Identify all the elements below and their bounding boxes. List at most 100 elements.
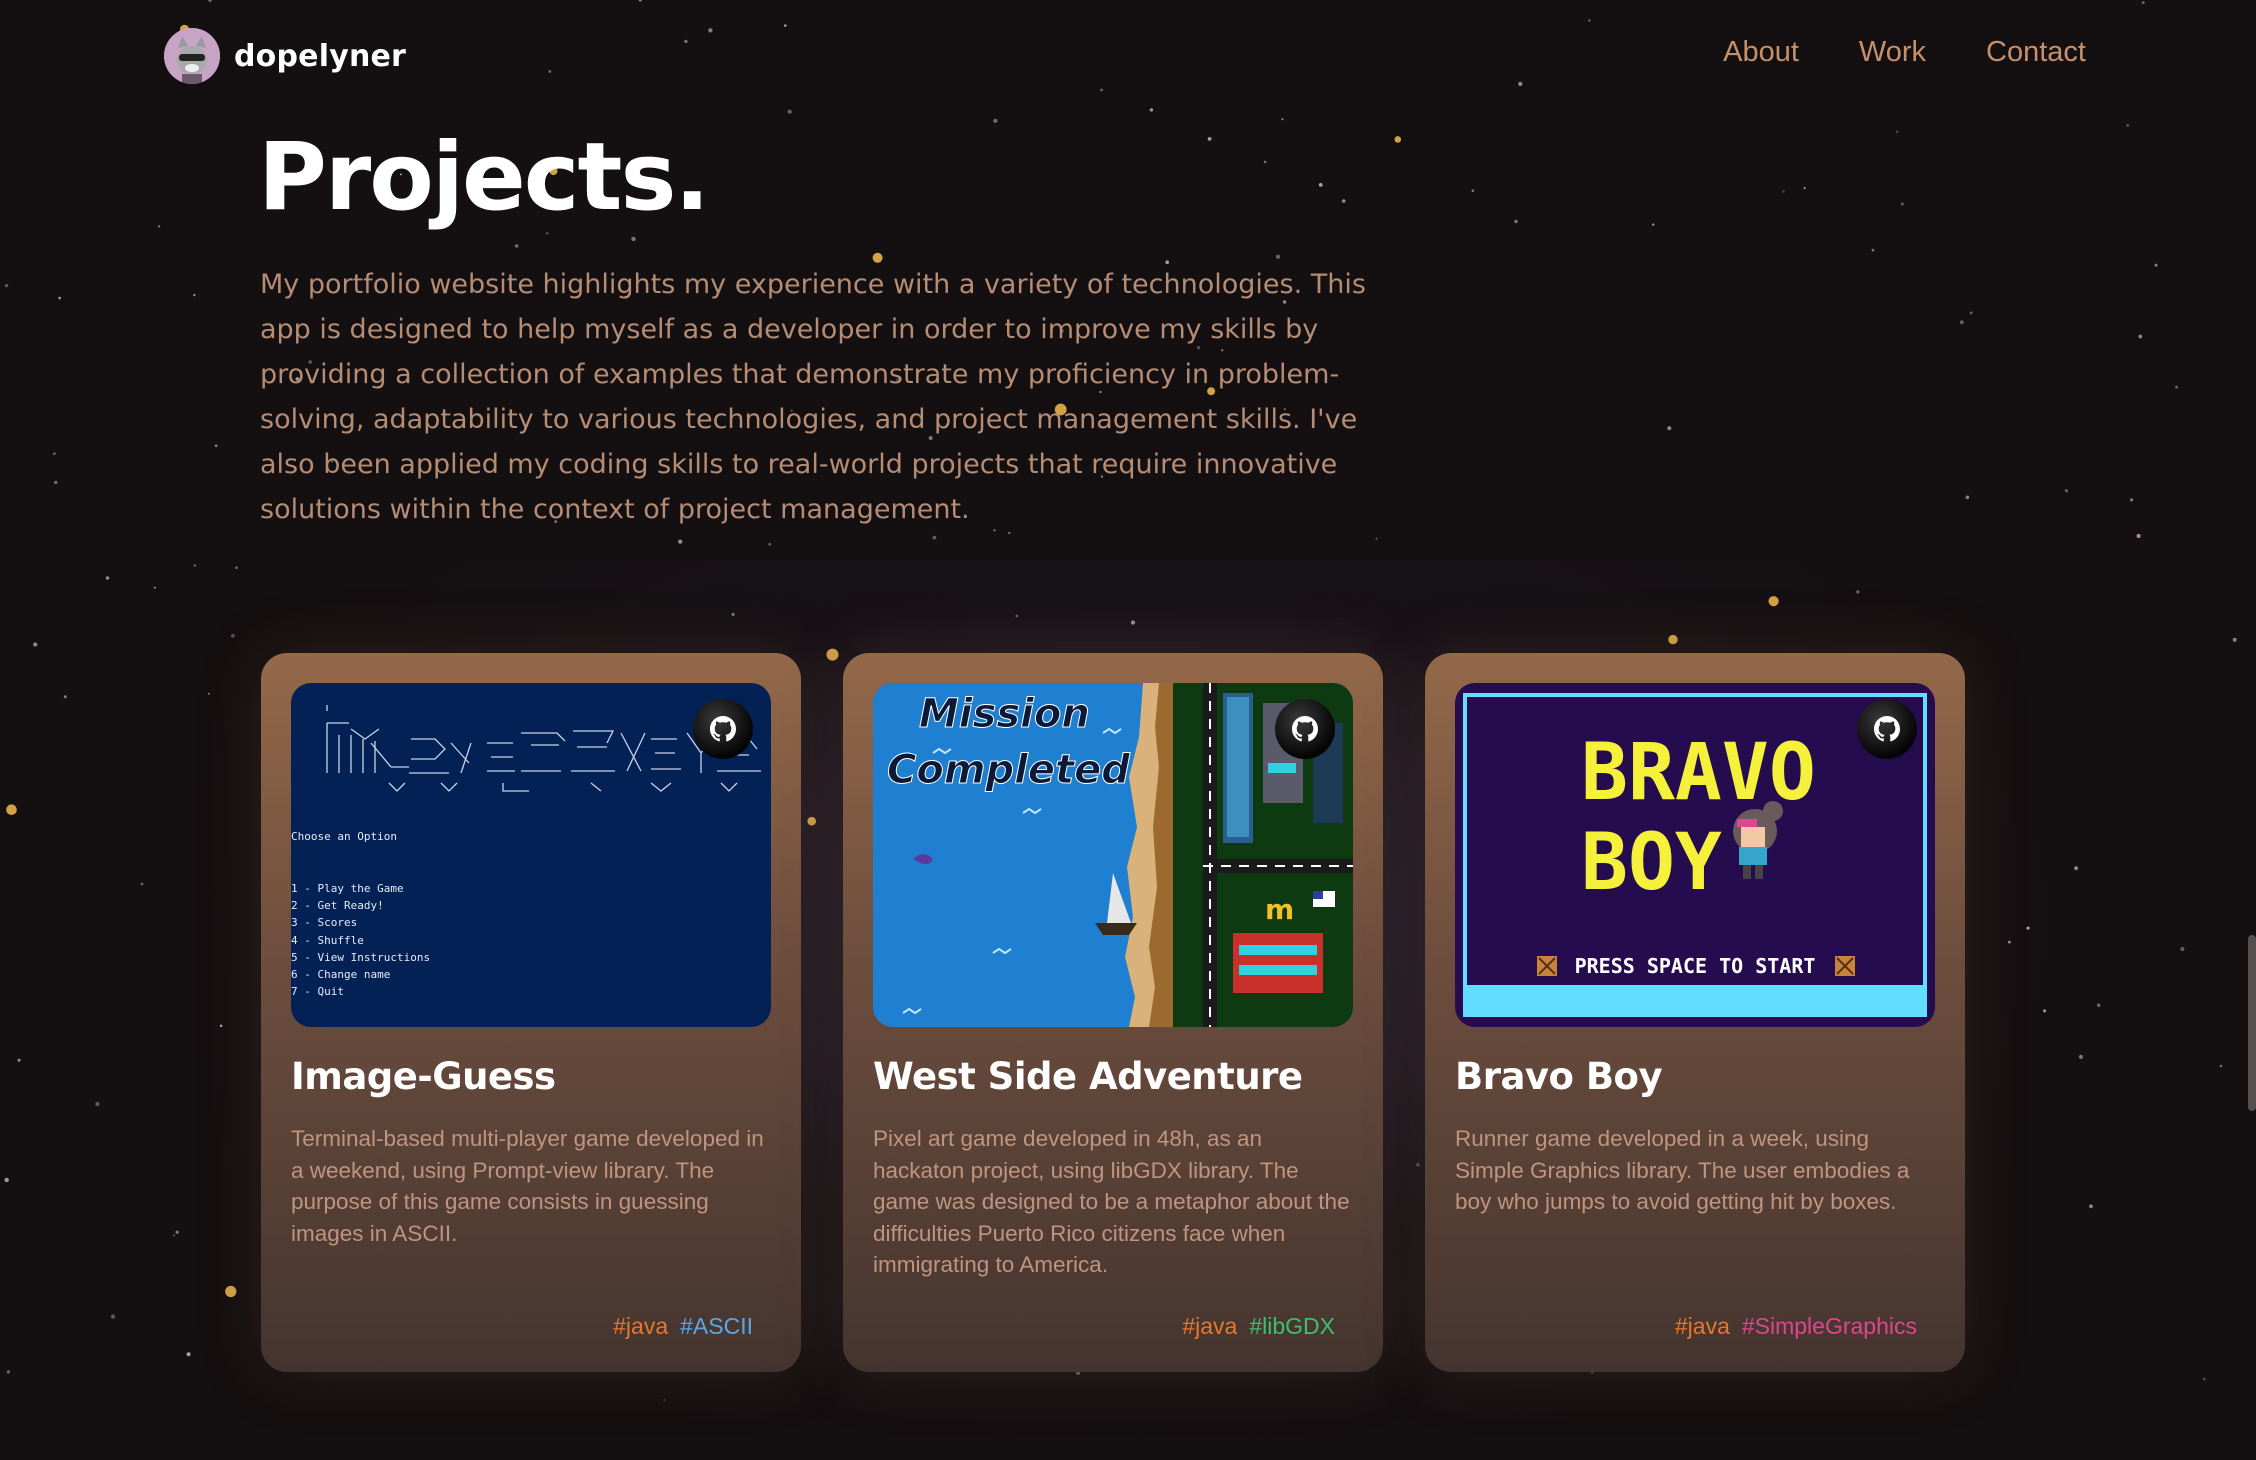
star bbox=[95, 1101, 100, 1107]
star bbox=[1959, 320, 1964, 325]
star bbox=[1668, 634, 1678, 645]
github-link-west-side-adventure[interactable] bbox=[1275, 699, 1335, 759]
avatar bbox=[164, 28, 220, 84]
star bbox=[826, 648, 839, 661]
star bbox=[219, 1024, 223, 1028]
star bbox=[58, 296, 61, 300]
star bbox=[1896, 130, 1899, 133]
svg-text:1 - Play the Game: 1 - Play the Game bbox=[291, 882, 404, 895]
star bbox=[175, 1230, 179, 1234]
github-link-bravo-boy[interactable] bbox=[1857, 699, 1917, 759]
star bbox=[1341, 199, 1346, 203]
brand-name: dopelyner bbox=[234, 38, 407, 74]
project-title: West Side Adventure bbox=[873, 1055, 1303, 1098]
intro-paragraph: My portfolio website highlights my exper… bbox=[260, 269, 1366, 525]
home-logo-link[interactable]: dopelyner bbox=[164, 28, 406, 84]
star bbox=[2089, 1204, 2093, 1209]
svg-text:7 - Quit: 7 - Quit bbox=[291, 985, 344, 998]
tag-libgdx: #libGDX bbox=[1249, 1313, 1335, 1339]
project-description: Runner game developed in a week, using S… bbox=[1455, 1126, 1910, 1214]
page-scrollbar[interactable] bbox=[2248, 935, 2256, 1111]
star bbox=[1318, 183, 1323, 187]
svg-text:5 - View Instructions: 5 - View Instructions bbox=[291, 951, 430, 964]
star bbox=[1008, 531, 1011, 535]
boy-title-text: BOY bbox=[1581, 818, 1722, 908]
star bbox=[1276, 254, 1280, 259]
star bbox=[1652, 223, 1655, 226]
star bbox=[173, 1234, 176, 1237]
star bbox=[2026, 926, 2030, 930]
star bbox=[6, 804, 17, 815]
project-title: Image-Guess bbox=[291, 1055, 556, 1098]
star bbox=[33, 642, 38, 647]
svg-text:3 - Scores: 3 - Scores bbox=[291, 916, 357, 929]
star bbox=[193, 564, 196, 567]
star bbox=[1782, 190, 1785, 193]
star bbox=[993, 118, 998, 123]
star bbox=[105, 576, 110, 580]
nav-contact-link[interactable]: Contact bbox=[1986, 36, 2086, 69]
star bbox=[2043, 1009, 2047, 1013]
mission-text: Mission bbox=[919, 691, 1090, 737]
project-tags: #java #ASCII bbox=[613, 1313, 753, 1340]
project-title: Bravo Boy bbox=[1455, 1055, 1663, 1098]
star bbox=[1871, 248, 1875, 252]
star bbox=[54, 480, 58, 485]
project-card-west-side-adventure: m Mission Completed West Side Adventure … bbox=[843, 653, 1383, 1372]
tag-simplegraphics: #SimpleGraphics bbox=[1741, 1313, 1917, 1339]
svg-text:4 - Shuffle: 4 - Shuffle bbox=[291, 934, 364, 947]
star bbox=[1969, 311, 1973, 315]
star bbox=[2064, 489, 2068, 493]
page-title: Projects. bbox=[258, 123, 710, 232]
project-card-bravo-boy: BRAVO BOY PRESS SPACE TO START Bravo Boy… bbox=[1425, 653, 1965, 1372]
star bbox=[2074, 866, 2079, 871]
star bbox=[2138, 334, 2143, 339]
star bbox=[1856, 590, 1860, 594]
completed-text: Completed bbox=[887, 747, 1130, 793]
svg-text:6 - Change name: 6 - Change name bbox=[291, 968, 390, 981]
star bbox=[140, 882, 144, 886]
project-thumbnail-image-guess: Choose an Option 1 - Play the Game 2 - G… bbox=[291, 683, 771, 1027]
star bbox=[158, 225, 161, 228]
star bbox=[1015, 614, 1019, 618]
star bbox=[207, 692, 210, 695]
star bbox=[63, 695, 67, 699]
github-icon bbox=[1292, 716, 1318, 742]
nav-work-link[interactable]: Work bbox=[1859, 36, 1926, 69]
project-card-image-guess: Choose an Option 1 - Play the Game 2 - G… bbox=[261, 653, 801, 1372]
star bbox=[2126, 123, 2130, 127]
navbar: dopelyner About Work Contact bbox=[0, 0, 2256, 112]
star bbox=[2136, 533, 2141, 539]
star bbox=[2096, 1003, 2101, 1007]
star bbox=[53, 452, 56, 456]
star bbox=[6, 1370, 11, 1374]
star bbox=[1394, 136, 1402, 143]
star bbox=[110, 1314, 116, 1319]
github-link-image-guess[interactable] bbox=[693, 699, 753, 759]
star bbox=[4, 1177, 9, 1183]
star bbox=[2219, 1064, 2223, 1068]
menu-prompt: Choose an Option bbox=[291, 830, 397, 843]
star bbox=[807, 816, 816, 826]
star bbox=[1514, 219, 1518, 224]
svg-text:m: m bbox=[1265, 893, 1294, 926]
project-description: Terminal-based multi-player game develop… bbox=[291, 1126, 764, 1246]
svg-text:2 - Get Ready!: 2 - Get Ready! bbox=[291, 899, 384, 912]
star bbox=[678, 539, 683, 544]
star bbox=[663, 1399, 666, 1401]
star bbox=[1130, 620, 1136, 625]
star bbox=[225, 1285, 237, 1298]
nav-about-link[interactable]: About bbox=[1723, 36, 1799, 69]
star bbox=[17, 1058, 21, 1062]
star bbox=[768, 542, 771, 546]
project-tags: #java #SimpleGraphics bbox=[1675, 1313, 1917, 1340]
star bbox=[1768, 596, 1779, 607]
star bbox=[731, 612, 735, 617]
tag-java: #java bbox=[1182, 1313, 1238, 1339]
project-thumbnail-bravo-boy: BRAVO BOY PRESS SPACE TO START bbox=[1455, 683, 1935, 1027]
star bbox=[1667, 426, 1672, 431]
star bbox=[1803, 187, 1806, 190]
star bbox=[193, 293, 196, 297]
star bbox=[2078, 1054, 2084, 1059]
star bbox=[1416, 1163, 1420, 1167]
